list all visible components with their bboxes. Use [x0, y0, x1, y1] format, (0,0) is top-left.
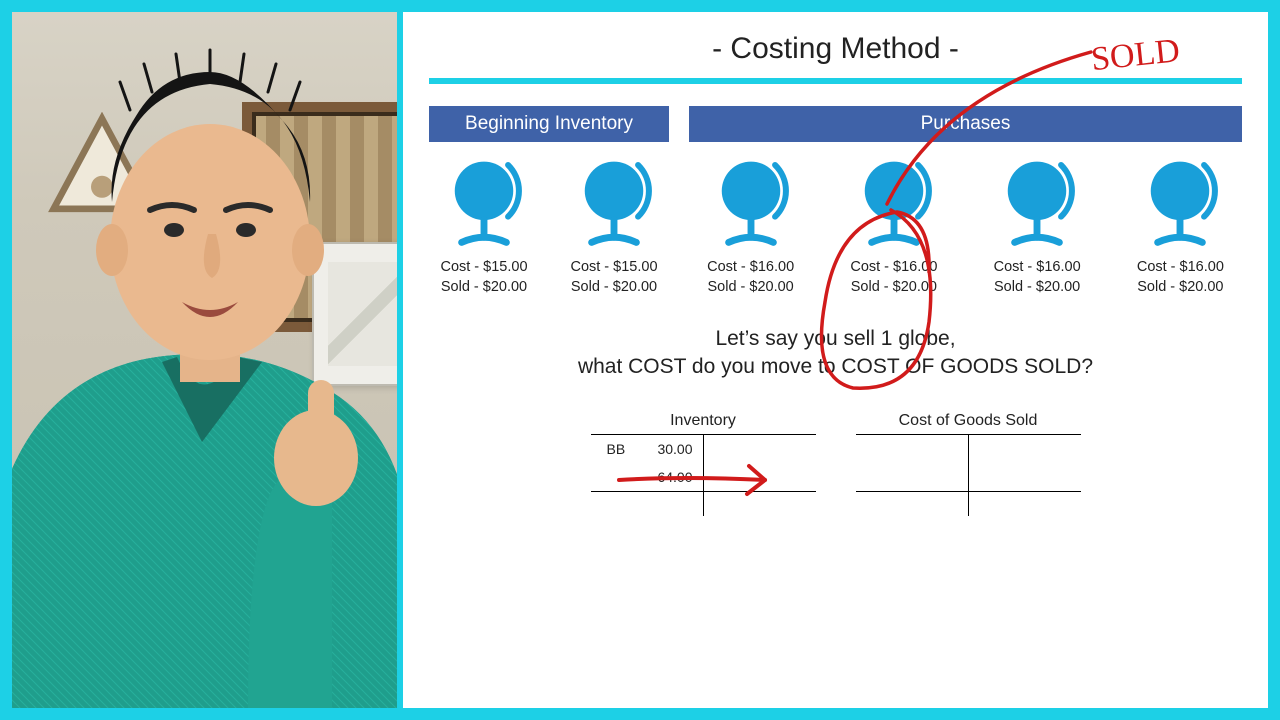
globe-sold: Sold - $20.00	[976, 278, 1099, 298]
tacct-cell	[703, 463, 816, 492]
globe-cost: Cost - $15.00	[559, 258, 669, 278]
globe-sold: Sold - $20.00	[559, 278, 669, 298]
section-headers: Beginning Inventory Purchases	[429, 106, 1242, 142]
question-text: Let’s say you sell 1 globe, what COST do…	[516, 325, 1156, 382]
group-beginning: Cost - $15.00 Sold - $20.00 Cost - $15.0…	[429, 156, 669, 297]
header-purchases: Purchases	[689, 106, 1242, 142]
globe-item: Cost - $16.00 Sold - $20.00	[976, 156, 1099, 297]
tacct-cell	[856, 434, 969, 463]
globe-item: Cost - $16.00 Sold - $20.00	[1119, 156, 1242, 297]
globe-item: Cost - $15.00 Sold - $20.00	[559, 156, 669, 297]
tacct-cell	[856, 491, 969, 516]
globe-cost: Cost - $16.00	[689, 258, 812, 278]
globe-icon	[708, 156, 794, 248]
presenter	[12, 12, 397, 708]
globe-cost: Cost - $16.00	[1119, 258, 1242, 278]
tacct-cell	[968, 491, 1081, 516]
t-account-inventory: Inventory BB30.00 64.00	[591, 408, 816, 516]
tacct-cell: BB30.00	[591, 434, 704, 463]
question-line1: Let’s say you sell 1 globe,	[715, 327, 955, 350]
t-account-cogs: Cost of Goods Sold	[856, 408, 1081, 516]
presenter-panel	[12, 12, 397, 708]
tacct-cell	[968, 463, 1081, 492]
tacct-cell: 64.00	[591, 463, 704, 492]
globe-icon	[851, 156, 937, 248]
globe-sold: Sold - $20.00	[1119, 278, 1242, 298]
header-beginning-inventory: Beginning Inventory	[429, 106, 669, 142]
globe-icon	[1137, 156, 1223, 248]
tacct-cell	[968, 434, 1081, 463]
question-line2: what COST do you move to COST OF GOODS S…	[578, 355, 1093, 378]
globe-item: Cost - $15.00 Sold - $20.00	[429, 156, 539, 297]
globe-icon	[441, 156, 527, 248]
slide-title: - Costing Method -	[429, 32, 1242, 66]
globe-icon	[994, 156, 1080, 248]
globe-row: Cost - $15.00 Sold - $20.00 Cost - $15.0…	[429, 156, 1242, 297]
tacct-cell	[856, 463, 969, 492]
group-purchases: Cost - $16.00 Sold - $20.00 Cost - $16.0…	[689, 156, 1242, 297]
globe-sold: Sold - $20.00	[429, 278, 539, 298]
globe-item: Cost - $16.00 Sold - $20.00	[689, 156, 812, 297]
globe-item: Cost - $16.00 Sold - $20.00	[832, 156, 955, 297]
globe-sold: Sold - $20.00	[832, 278, 955, 298]
tacct-cell	[703, 434, 816, 463]
globe-icon	[571, 156, 657, 248]
tacct-title: Inventory	[591, 408, 816, 435]
globe-cost: Cost - $16.00	[976, 258, 1099, 278]
slide-panel: - Costing Method - Beginning Inventory P…	[397, 12, 1268, 708]
globe-cost: Cost - $16.00	[832, 258, 955, 278]
globe-cost: Cost - $15.00	[429, 258, 539, 278]
title-underline	[429, 78, 1242, 84]
t-accounts: Inventory BB30.00 64.00 Cost of Goods So…	[429, 408, 1242, 516]
tacct-cell	[591, 491, 704, 516]
tacct-title: Cost of Goods Sold	[856, 408, 1081, 435]
globe-sold: Sold - $20.00	[689, 278, 812, 298]
video-frame: - Costing Method - Beginning Inventory P…	[0, 0, 1280, 720]
tacct-cell	[703, 491, 816, 516]
